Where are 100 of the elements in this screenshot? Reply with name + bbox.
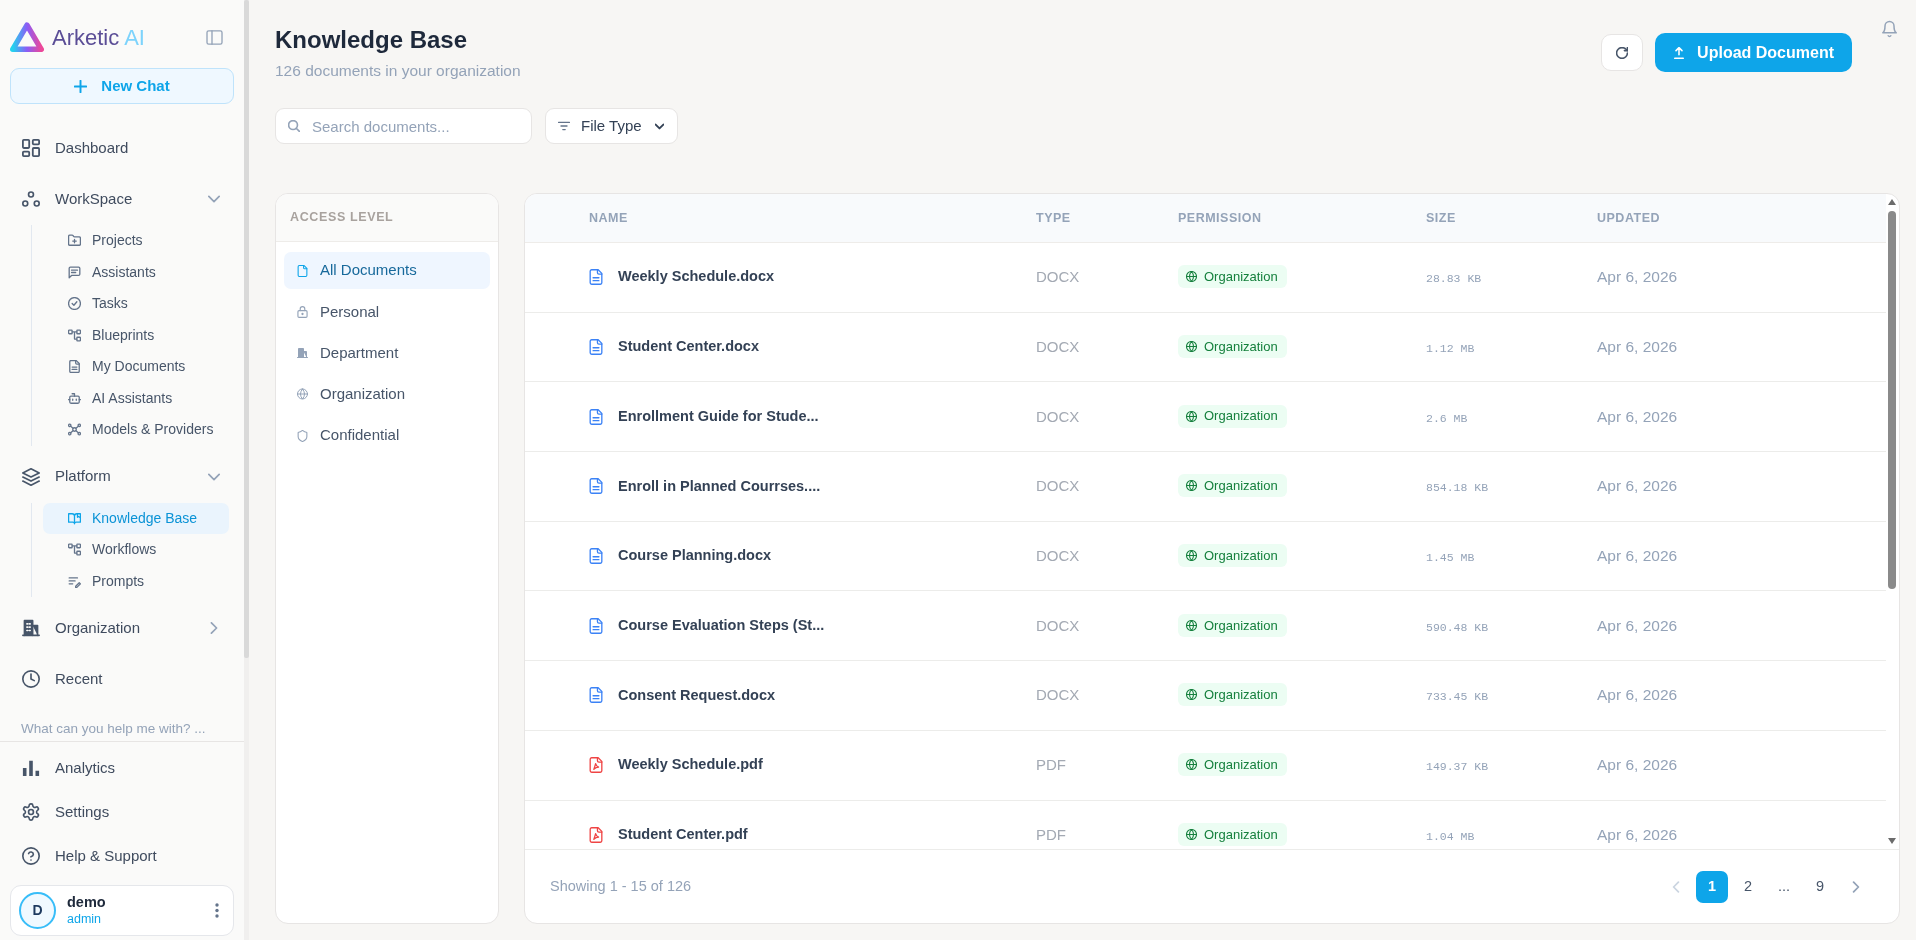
sidebar-nav-item[interactable]: Organization <box>10 608 234 648</box>
file-name[interactable]: Course Evaluation Steps (St... <box>618 614 825 637</box>
file-type: DOCX <box>1036 547 1080 565</box>
document-icon <box>589 687 603 704</box>
updated-date: Apr 6, 2026 <box>1597 268 1678 286</box>
user-avatar: D <box>19 892 56 929</box>
sidebar-subitem[interactable]: My Documents <box>43 351 229 383</box>
access-level-item[interactable]: Personal <box>284 293 490 331</box>
updated-date: Apr 6, 2026 <box>1597 407 1678 425</box>
plus-icon <box>74 79 88 93</box>
sidebar-nav-item[interactable]: Settings <box>10 792 234 832</box>
updated-date: Apr 6, 2026 <box>1597 686 1678 704</box>
sidebar-nav-item[interactable]: Help & Support <box>10 836 234 876</box>
file-size: 1.12 MB <box>1426 342 1475 356</box>
lock-icon <box>297 305 308 318</box>
file-name[interactable]: Enroll in Planned Courrses.... <box>618 475 821 498</box>
file-type: DOCX <box>1036 477 1080 495</box>
sidebar-nav-item[interactable]: WorkSpace <box>10 179 234 219</box>
permission-label: Organization <box>1204 755 1278 774</box>
sidebar-nav-item[interactable]: Analytics <box>10 748 234 788</box>
more-options-icon[interactable] <box>215 903 219 918</box>
globe-icon <box>1186 550 1197 562</box>
page-button[interactable]: 2 <box>1732 870 1764 903</box>
access-level-item[interactable]: Organization <box>284 375 490 413</box>
file-size: 854.18 KB <box>1426 481 1489 495</box>
user-card[interactable]: D demo admin <box>10 885 234 936</box>
bell-icon[interactable] <box>1882 20 1897 38</box>
sidebar-subitem[interactable]: Projects <box>43 225 229 257</box>
user-name: demo <box>67 893 106 911</box>
grid-icon <box>22 139 40 157</box>
network-icon <box>68 423 81 437</box>
robot-icon <box>68 391 81 405</box>
refresh-button[interactable] <box>1601 34 1644 71</box>
file-name[interactable]: Enrollment Guide for Stude... <box>618 405 819 428</box>
sidebar-nav-item[interactable]: Platform <box>10 456 234 497</box>
access-level-item[interactable]: Confidential <box>284 417 490 455</box>
shield-icon <box>297 429 308 442</box>
file-icon <box>297 264 308 277</box>
file-name[interactable]: Student Center.docx <box>618 336 759 358</box>
search-field[interactable]: Search documents... <box>275 108 532 144</box>
file-size: 149.37 KB <box>1426 760 1489 774</box>
folder-plus-icon <box>68 234 81 248</box>
sidebar-subitem[interactable]: Prompts <box>43 565 229 597</box>
sidebar-toggle-icon[interactable] <box>206 29 223 45</box>
file-size: 28.83 KB <box>1426 272 1482 286</box>
sidebar-subitem[interactable]: AI Assistants <box>43 382 229 414</box>
sidebar-subitem[interactable]: Models & Providers <box>43 414 229 446</box>
sidebar-nav-item[interactable]: Recent <box>10 659 234 699</box>
globe-icon <box>1186 619 1197 631</box>
bar-chart-icon <box>22 759 40 777</box>
file-name[interactable]: Weekly Schedule.docx <box>618 266 775 289</box>
access-level-item[interactable]: Department <box>284 334 490 372</box>
file-type: PDF <box>1036 756 1066 774</box>
upload-icon <box>1673 46 1686 59</box>
file-type: DOCX <box>1036 616 1080 634</box>
access-level-item[interactable]: All Documents <box>284 252 490 289</box>
document-icon <box>589 617 603 634</box>
document-icon <box>589 548 603 565</box>
file-name[interactable]: Consent Request.docx <box>618 684 776 707</box>
globe-icon <box>1186 271 1197 283</box>
permission-label: Organization <box>1204 268 1278 287</box>
sidebar-subitem[interactable]: Tasks <box>43 288 229 320</box>
scroll-up-arrow-icon[interactable] <box>1888 199 1896 205</box>
pdf-file-icon <box>589 826 603 843</box>
list-pen-icon <box>68 574 81 588</box>
file-type-dropdown[interactable]: File Type <box>545 108 678 144</box>
sidebar-nav-item[interactable]: Dashboard <box>10 128 234 168</box>
file-size: 590.48 KB <box>1426 620 1489 634</box>
chevron-left-icon <box>1672 880 1680 893</box>
user-role: admin <box>67 910 103 928</box>
search-icon <box>288 120 300 132</box>
page-button[interactable]: 9 <box>1804 870 1836 903</box>
sidebar-subitem[interactable]: Assistants <box>43 256 229 288</box>
sidebar-subitem[interactable]: Workflows <box>43 534 229 566</box>
globe-icon <box>297 388 308 401</box>
file-type: DOCX <box>1036 268 1080 286</box>
scrollbar-thumb[interactable] <box>1888 211 1896 589</box>
file-name[interactable]: Course Planning.docx <box>618 545 772 567</box>
updated-date: Apr 6, 2026 <box>1597 825 1678 843</box>
file-name[interactable]: Weekly Schedule.pdf <box>618 754 763 777</box>
file-size: 733.45 KB <box>1426 690 1489 704</box>
sidebar-subitem[interactable]: Blueprints <box>43 319 229 351</box>
scroll-down-arrow-icon[interactable] <box>1888 838 1896 844</box>
chevron-down-icon <box>654 121 664 131</box>
document-icon <box>68 360 81 374</box>
file-type: DOCX <box>1036 407 1080 425</box>
file-name[interactable]: Student Center.pdf <box>618 823 748 846</box>
globe-icon <box>1186 759 1197 771</box>
building-icon <box>297 347 308 360</box>
globe-icon <box>1186 480 1197 492</box>
permission-label: Organization <box>1204 546 1278 565</box>
globe-icon <box>1186 410 1197 422</box>
permission-label: Organization <box>1204 477 1278 496</box>
pdf-file-icon <box>589 757 603 774</box>
scrollbar-thumb[interactable] <box>244 0 249 658</box>
globe-icon <box>1186 341 1197 353</box>
updated-date: Apr 6, 2026 <box>1597 616 1678 634</box>
refresh-icon <box>1616 46 1629 59</box>
filter-icon <box>558 120 570 132</box>
settings-icon <box>22 803 40 821</box>
